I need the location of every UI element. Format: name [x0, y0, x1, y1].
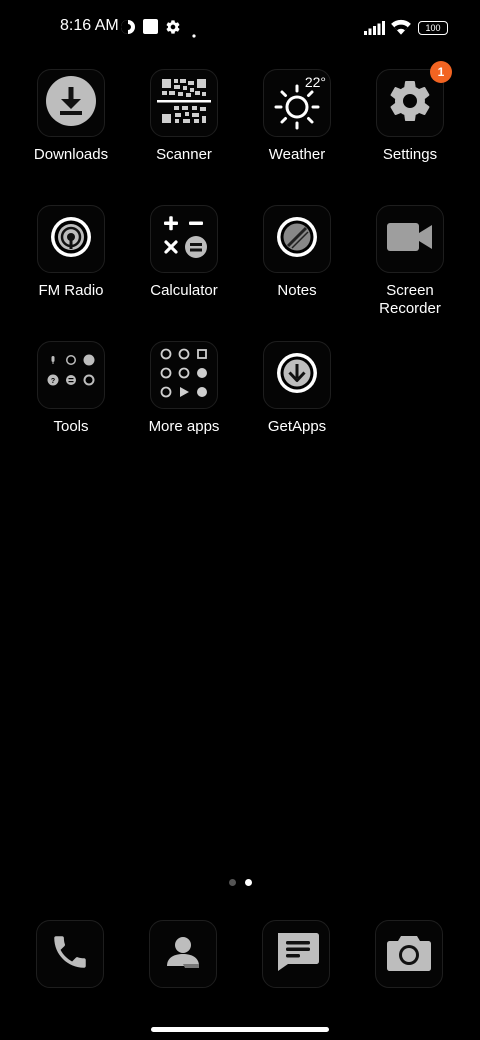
app-tile[interactable]	[263, 205, 331, 273]
app-label: Weather	[268, 146, 326, 163]
app-label: GetApps	[267, 418, 327, 435]
folder-tools[interactable]: ? Tools	[15, 341, 127, 436]
folder-more-apps[interactable]: More apps	[128, 341, 240, 436]
vpn-icon	[120, 19, 136, 40]
dock-contacts[interactable]	[149, 920, 217, 988]
dock-phone[interactable]	[36, 920, 104, 988]
app-label: Notes	[277, 282, 317, 299]
app-label: Settings	[382, 146, 438, 163]
more-apps-folder-icon	[157, 348, 211, 403]
notification-badge: 1	[430, 61, 452, 83]
dock-camera[interactable]	[375, 920, 443, 988]
settings-gear-icon	[165, 19, 181, 40]
dot-icon	[192, 25, 196, 43]
app-fm-radio[interactable]: FM Radio	[15, 205, 127, 300]
square-icon	[143, 19, 158, 39]
app-tile[interactable]: 22°	[263, 69, 331, 137]
home-indicator-bar[interactable]	[151, 1027, 329, 1032]
tools-folder-icon: ?	[44, 354, 98, 397]
page-dot-1[interactable]	[229, 879, 236, 886]
app-notes[interactable]: Notes	[241, 205, 353, 300]
app-label: Scanner	[156, 146, 212, 163]
app-tile[interactable]	[376, 205, 444, 273]
app-label: Tools	[53, 418, 89, 435]
weather-temperature: 22°	[304, 74, 326, 90]
video-camera-icon	[385, 221, 435, 258]
page-dot-2-active[interactable]	[245, 879, 252, 886]
sun-icon	[274, 84, 320, 135]
contacts-icon	[163, 932, 203, 977]
app-label: FM Radio	[38, 282, 104, 299]
status-bar: 8:16 AM 100	[0, 0, 480, 56]
battery-icon: 100	[418, 21, 448, 35]
camera-icon	[386, 932, 432, 977]
calculator-icon	[160, 213, 208, 266]
app-label: More apps	[148, 418, 220, 435]
phone-icon	[49, 931, 91, 978]
app-tile[interactable]	[37, 205, 105, 273]
app-tile[interactable]	[150, 205, 218, 273]
app-tile[interactable]	[375, 920, 443, 988]
getapps-icon	[275, 351, 319, 400]
qr-code-icon	[157, 76, 211, 131]
app-tile[interactable]	[263, 341, 331, 409]
app-tile[interactable]	[150, 341, 218, 409]
download-icon	[46, 75, 96, 131]
app-tile[interactable]	[262, 920, 330, 988]
app-tile[interactable]: 1	[376, 61, 452, 137]
app-tile[interactable]	[37, 69, 105, 137]
app-tile[interactable]	[150, 69, 218, 137]
app-weather[interactable]: 22° Weather	[241, 69, 353, 164]
app-downloads[interactable]: Downloads	[15, 69, 127, 164]
app-scanner[interactable]: Scanner	[128, 69, 240, 164]
app-getapps[interactable]: GetApps	[241, 341, 353, 436]
app-calculator[interactable]: Calculator	[128, 205, 240, 300]
signal-icon	[364, 21, 386, 40]
app-label: Calculator	[150, 282, 218, 299]
app-tile[interactable]	[149, 920, 217, 988]
app-settings[interactable]: 1 Settings	[354, 61, 466, 164]
app-label: Downloads	[33, 146, 109, 163]
wifi-icon	[390, 18, 412, 41]
svg-text:?: ?	[51, 378, 55, 385]
messages-icon	[272, 931, 320, 978]
status-time: 8:16 AM	[60, 17, 119, 34]
app-label: Screen Recorder	[379, 282, 441, 317]
dock-messages[interactable]	[262, 920, 330, 988]
radio-icon	[49, 215, 93, 264]
gear-icon	[386, 77, 434, 130]
app-tile[interactable]	[36, 920, 104, 988]
app-tile[interactable]: ?	[37, 341, 105, 409]
notes-icon	[275, 215, 319, 264]
app-screen-recorder[interactable]: Screen Recorder	[354, 205, 466, 318]
